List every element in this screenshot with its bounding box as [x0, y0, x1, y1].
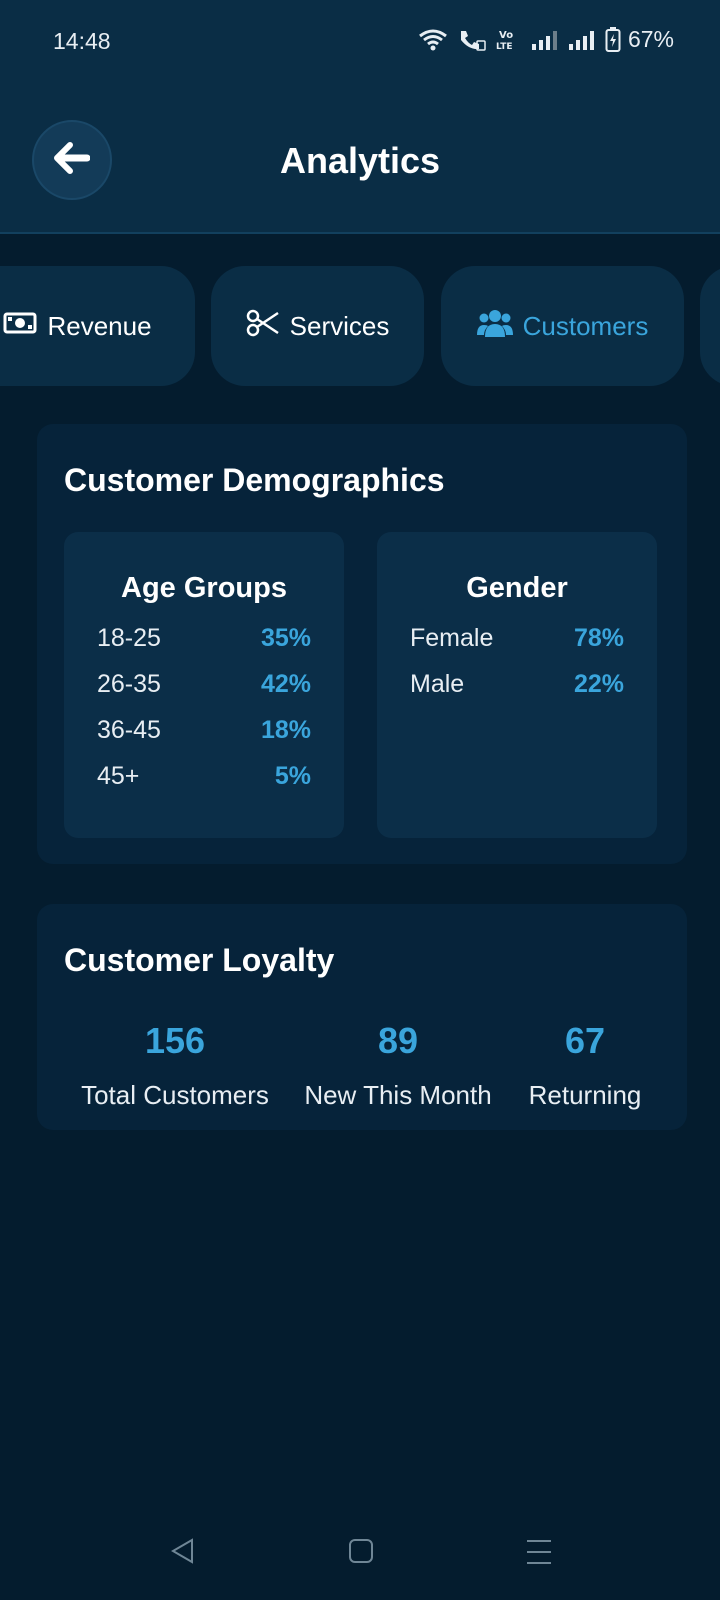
- age-value: 18%: [260, 716, 311, 744]
- customer-loyalty-card: Customer Loyalty 156 Total Customers 89 …: [37, 904, 687, 1130]
- tab-services-label: Services: [289, 310, 390, 341]
- loyalty-title: Customer Loyalty: [64, 942, 335, 978]
- gender-title: Gender: [466, 572, 568, 604]
- wifi-icon: [418, 28, 448, 52]
- signal-icon: [568, 28, 596, 52]
- system-navigation-bar: [0, 1500, 720, 1600]
- gender-row: Female 78%: [410, 624, 624, 656]
- gender-value: 22%: [573, 670, 624, 698]
- gender-card: Gender Female 78% Male 22%: [377, 532, 657, 838]
- gender-row: Male 22%: [410, 670, 624, 702]
- page-title: Analytics: [279, 140, 441, 181]
- tab-services[interactable]: Services: [211, 266, 424, 386]
- status-bar: 14:48 Vo LTE 67%: [0, 0, 720, 84]
- volte-icon: Vo LTE: [496, 28, 522, 52]
- money-icon: [3, 311, 37, 342]
- tab-customers-label: Customers: [522, 310, 649, 341]
- wifi-call-icon: [457, 28, 487, 52]
- loyalty-stat-returning: 67 Returning: [475, 1020, 695, 1111]
- tab-customers[interactable]: Customers: [441, 266, 684, 386]
- menu-lines-icon[interactable]: [526, 1538, 552, 1571]
- age-label: 26-35: [97, 670, 161, 698]
- scissors-icon: [246, 309, 280, 344]
- customer-demographics-card: Customer Demographics Age Groups 18-25 3…: [37, 424, 687, 864]
- loyalty-value: 156: [144, 1020, 206, 1061]
- age-label: 36-45: [97, 716, 161, 744]
- analytics-tabs: Revenue Services Customers: [0, 266, 720, 386]
- age-groups-card: Age Groups 18-25 35% 26-35 42% 36-45 18%…: [64, 532, 344, 838]
- battery-icon: [605, 26, 621, 53]
- age-value: 42%: [260, 670, 311, 698]
- back-triangle-icon[interactable]: [170, 1538, 196, 1569]
- tab-revenue[interactable]: Revenue: [0, 266, 195, 386]
- age-label: 18-25: [97, 624, 161, 652]
- age-value: 5%: [274, 762, 311, 790]
- age-row: 26-35 42%: [97, 670, 311, 702]
- demographics-title: Customer Demographics: [64, 462, 445, 498]
- top-app-bar: 14:48 Vo LTE 67% Analytics: [0, 0, 720, 234]
- gender-value: 78%: [573, 624, 624, 652]
- loyalty-value: 67: [564, 1020, 606, 1061]
- tab-more[interactable]: [700, 266, 720, 386]
- loyalty-label: Total Customers: [81, 1080, 269, 1110]
- users-icon: [476, 308, 513, 345]
- age-value: 35%: [260, 624, 311, 652]
- home-square-icon[interactable]: [348, 1538, 374, 1569]
- age-row: 18-25 35%: [97, 624, 311, 656]
- battery-percentage: 67%: [627, 26, 674, 52]
- loyalty-label: Returning: [528, 1080, 642, 1110]
- loyalty-stat-total: 156 Total Customers: [65, 1020, 285, 1111]
- age-row: 36-45 18%: [97, 716, 311, 748]
- age-row: 45+ 5%: [97, 762, 311, 794]
- svg-text:Vo: Vo: [499, 30, 513, 41]
- status-time: 14:48: [53, 28, 111, 54]
- svg-text:LTE: LTE: [496, 42, 513, 52]
- age-groups-title: Age Groups: [121, 572, 287, 604]
- status-icons: Vo LTE 67%: [418, 26, 674, 53]
- age-label: 45+: [97, 762, 140, 790]
- tab-revenue-label: Revenue: [47, 310, 152, 341]
- gender-label: Female: [410, 624, 494, 652]
- gender-label: Male: [410, 670, 465, 698]
- signal-icon: [531, 28, 559, 52]
